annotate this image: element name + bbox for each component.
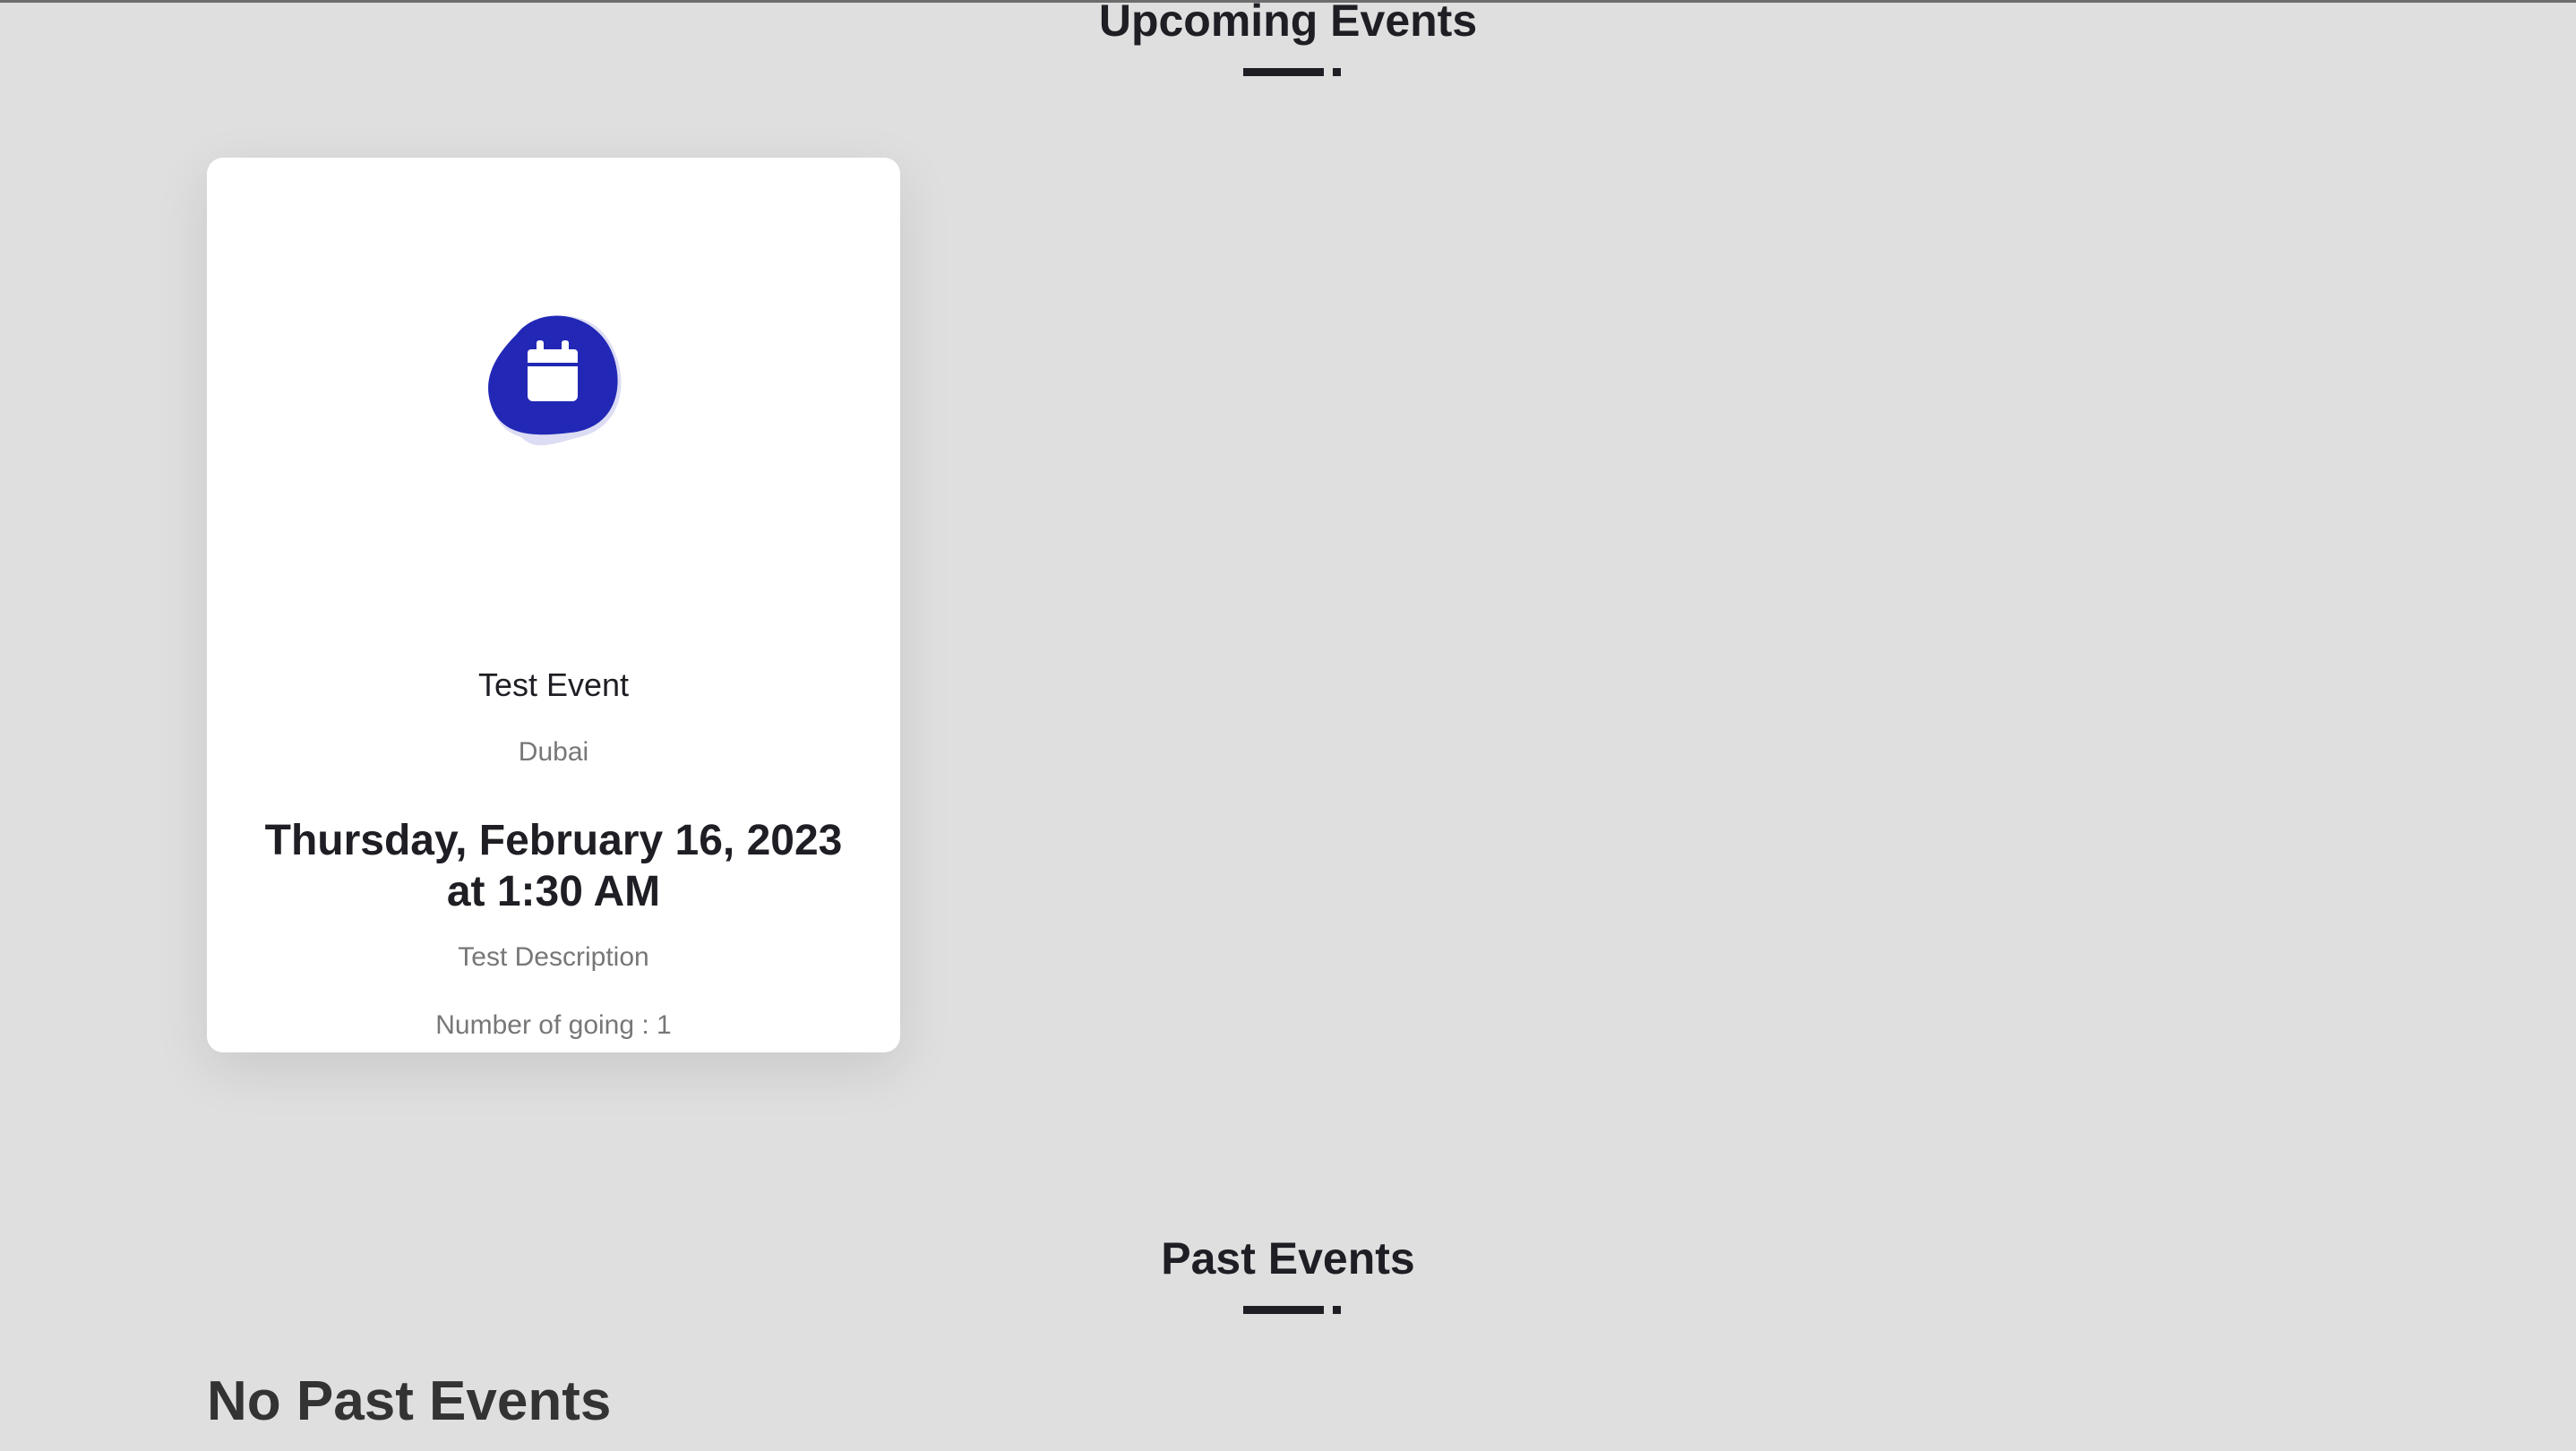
upcoming-heading-underline xyxy=(1243,68,1324,76)
event-description: Test Description xyxy=(458,942,649,972)
upcoming-heading-underline-dot xyxy=(1333,68,1341,76)
no-past-events-message: No Past Events xyxy=(207,1370,612,1432)
event-title: Test Event xyxy=(477,666,630,703)
event-location: Dubai xyxy=(518,737,589,767)
upcoming-events-heading: Upcoming Events xyxy=(1098,0,1478,46)
event-date: Thursday, February 16, 2023 xyxy=(264,817,843,864)
calendar-icon xyxy=(472,294,633,455)
event-datetime: Thursday, February 16, 2023 at 1:30 AM xyxy=(243,815,864,917)
past-events-heading: Past Events xyxy=(1161,1233,1415,1284)
past-heading-underline xyxy=(1243,1306,1324,1314)
event-going-count: Number of going : 1 xyxy=(435,1010,672,1040)
event-time: at 1:30 AM xyxy=(446,868,661,915)
event-card[interactable]: Test Event Dubai Thursday, February 16, … xyxy=(207,158,900,1052)
past-heading-underline-dot xyxy=(1333,1306,1341,1314)
